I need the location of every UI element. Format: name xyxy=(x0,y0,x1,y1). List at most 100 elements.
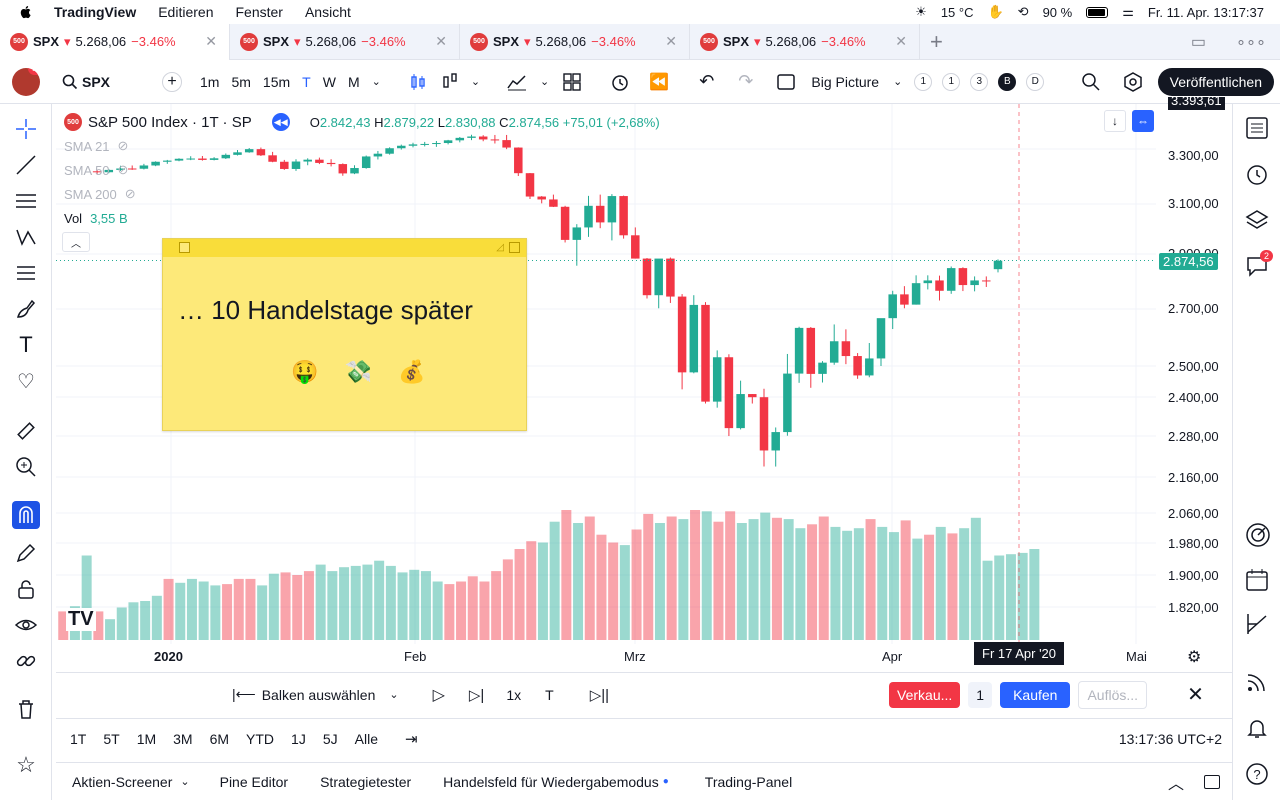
eye-off-icon[interactable]: ⊘ xyxy=(118,162,129,178)
templates-icon[interactable] xyxy=(561,71,583,93)
indicator-volume[interactable]: Vol 3,55 B xyxy=(64,206,660,230)
range-1m[interactable]: 1M xyxy=(137,731,156,747)
bars-style-icon[interactable] xyxy=(439,71,461,93)
crosshair-icon[interactable] xyxy=(13,116,39,142)
quick-search-icon[interactable] xyxy=(1080,71,1102,93)
indicators-icon[interactable] xyxy=(506,71,528,93)
select-bars-button[interactable]: Balken auswählen xyxy=(262,687,376,703)
close-tab-icon[interactable]: ✕ xyxy=(435,33,447,50)
publish-button[interactable]: Veröffentlichen xyxy=(1157,67,1274,96)
range-6m[interactable]: 6M xyxy=(210,731,229,747)
symbol-search[interactable]: SPX xyxy=(82,74,110,90)
datetime[interactable]: Fr. 11. Apr. 13:17:37 xyxy=(1148,5,1264,20)
candles-icon[interactable] xyxy=(407,71,429,93)
range-5t[interactable]: 5T xyxy=(103,731,119,747)
indicator-sma200[interactable]: SMA 200 ⊘ xyxy=(64,182,660,206)
text-tool-icon[interactable]: T xyxy=(13,332,39,358)
eye-off-icon[interactable]: ⊘ xyxy=(118,138,129,154)
interval-month[interactable]: M xyxy=(348,74,360,90)
interval-day[interactable]: T xyxy=(302,74,311,90)
add-tab-icon[interactable]: + xyxy=(930,29,943,55)
chevron-down-icon[interactable]: ⌄ xyxy=(180,775,189,788)
brush-icon[interactable] xyxy=(13,296,39,322)
sticky-note-header[interactable]: ◿ xyxy=(163,239,526,257)
help-icon[interactable]: ? xyxy=(1245,762,1271,788)
range-ytd[interactable]: YTD xyxy=(246,731,274,747)
close-tab-icon[interactable]: ✕ xyxy=(895,33,907,50)
tab-replay-trading[interactable]: Handelsfeld für Wiedergabemodus xyxy=(443,774,659,790)
app-name[interactable]: TradingView xyxy=(54,4,136,20)
lock-icon[interactable] xyxy=(13,576,39,602)
chart-tab[interactable]: 500 SPX ▾ 5.268,06 −3.46% ✕ xyxy=(230,23,460,60)
close-tab-icon[interactable]: ✕ xyxy=(205,33,217,50)
jump-to-realtime-icon[interactable]: ▷|| xyxy=(590,686,609,704)
target-icon[interactable] xyxy=(1245,522,1271,548)
range-1j[interactable]: 1J xyxy=(291,731,306,747)
layers-icon[interactable] xyxy=(1245,208,1271,234)
close-icon[interactable]: ✕ xyxy=(1187,682,1204,707)
sticky-note[interactable]: ◿ … 10 Handelstage später 🤑 💸 💰 xyxy=(162,238,527,431)
sell-button[interactable]: Verkau... xyxy=(889,681,961,708)
layout-slot-1b[interactable]: 1 xyxy=(942,72,961,91)
range-all[interactable]: Alle xyxy=(355,731,378,747)
eye-off-icon[interactable]: ⊘ xyxy=(125,186,136,202)
chevron-down-icon[interactable]: ⌄ xyxy=(389,688,398,701)
maximize-icon[interactable] xyxy=(509,242,520,253)
fib-icon[interactable] xyxy=(13,188,39,214)
ruler-icon[interactable] xyxy=(13,418,39,444)
trash-icon[interactable] xyxy=(13,696,39,722)
heart-icon[interactable]: ♡ xyxy=(13,368,39,394)
play-icon[interactable]: ▷ xyxy=(433,685,445,705)
history-icon[interactable]: ⟲ xyxy=(1018,4,1029,20)
interval-5m[interactable]: 5m xyxy=(231,74,250,90)
layout-slot-b[interactable]: B xyxy=(998,72,1017,91)
resolve-button[interactable]: Auflös... xyxy=(1078,680,1148,709)
avatar[interactable]: 11 xyxy=(12,67,40,96)
more-icon[interactable]: ∘∘∘ xyxy=(1236,32,1266,52)
maximize-panel-icon[interactable] xyxy=(1204,774,1220,789)
eye-icon[interactable] xyxy=(13,612,39,638)
bell-icon[interactable] xyxy=(1245,716,1271,742)
scroll-down-icon[interactable]: ↓ xyxy=(1104,110,1126,132)
zoom-in-icon[interactable] xyxy=(13,454,39,480)
tab-pine-editor[interactable]: Pine Editor xyxy=(220,774,288,790)
redo-icon[interactable]: ↷ xyxy=(738,71,753,92)
chevron-down-icon[interactable]: ⌄ xyxy=(893,75,902,88)
settings-gear-icon[interactable] xyxy=(1122,71,1144,93)
layout-icon[interactable]: ▭ xyxy=(1191,32,1206,52)
chevron-down-icon[interactable]: ⌄ xyxy=(471,75,480,88)
chart-tab[interactable]: 500 SPX ▾ 5.268,06 −3.46% ✕ xyxy=(460,23,690,60)
interval-button[interactable]: T xyxy=(545,687,554,703)
alert-clock-icon[interactable] xyxy=(609,71,631,93)
star-icon[interactable]: ☆ xyxy=(13,752,39,778)
settings-gear-icon[interactable]: ⚙ xyxy=(1187,647,1201,667)
menu-editieren[interactable]: Editieren xyxy=(158,4,213,20)
lock-pencil-icon[interactable] xyxy=(13,540,39,566)
goto-date-icon[interactable]: ⇥ xyxy=(405,730,418,748)
undo-icon[interactable]: ↶ xyxy=(699,71,714,92)
legend-title[interactable]: S&P 500 Index · 1T · SP xyxy=(88,114,252,131)
chevron-up-icon[interactable]: ︿ xyxy=(1168,770,1184,794)
layout-slot-3[interactable]: 3 xyxy=(970,72,989,91)
alerts-clock-icon[interactable] xyxy=(1245,162,1271,188)
tab-stock-screener[interactable]: Aktien-Screener xyxy=(72,774,172,790)
range-3m[interactable]: 3M xyxy=(173,731,192,747)
chart-tab[interactable]: 500 SPX ▾ 5.268,06 −3.46% ✕ xyxy=(0,23,230,60)
prediction-icon[interactable] xyxy=(13,260,39,286)
interval-week[interactable]: W xyxy=(323,74,336,90)
interval-1m[interactable]: 1m xyxy=(200,74,219,90)
chevron-down-icon[interactable]: ⌄ xyxy=(540,75,549,88)
timezone-clock[interactable]: 13:17:36 UTC+2 xyxy=(1119,731,1222,747)
stream-icon[interactable] xyxy=(1245,670,1271,696)
apple-icon[interactable] xyxy=(18,4,34,20)
fullscreen-box-icon[interactable] xyxy=(775,71,797,93)
pattern-icon[interactable] xyxy=(13,224,39,250)
buy-button[interactable]: Kaufen xyxy=(1000,681,1071,708)
tab-strategy-tester[interactable]: Strategietester xyxy=(320,774,411,790)
resize-icon[interactable]: ◿ xyxy=(496,242,504,253)
trendline-icon[interactable] xyxy=(13,152,39,178)
link-icon[interactable] xyxy=(13,648,39,674)
layout-slot-d[interactable]: D xyxy=(1026,72,1045,91)
checkbox-icon[interactable] xyxy=(179,242,190,253)
calendar-icon[interactable] xyxy=(1245,568,1271,594)
